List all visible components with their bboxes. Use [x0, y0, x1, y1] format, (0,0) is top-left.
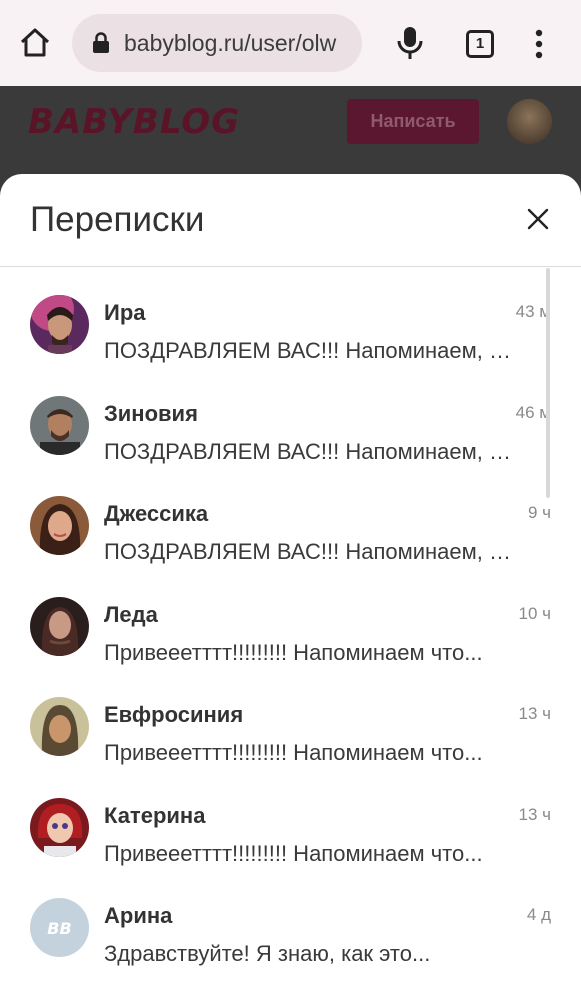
sheet-title: Переписки — [30, 200, 205, 239]
avatar — [30, 596, 89, 656]
message-preview: ПОЗДРАВЛЯЕМ ВАС!!! Напоминаем, что — [104, 338, 516, 363]
conversation-list: Ира 43 м ПОЗДРАВЛЯЕМ ВАС!!! Напоминаем, … — [0, 269, 581, 973]
message-preview: Привееетттт!!!!!!!!! Напоминаем что... — [104, 639, 483, 665]
lock-icon — [93, 32, 109, 53]
conversation-item[interactable]: Ира 43 м ПОЗДРАВЛЯЕМ ВАС!!! Напоминаем, … — [0, 269, 581, 370]
avatar: BB — [30, 898, 89, 957]
conversation-item[interactable]: Джессика 9 ч ПОЗДРАВЛЯЕМ ВАС!!! Напомина… — [0, 470, 581, 571]
conversations-sheet: Переписки Ира 43 м ПОЗДРАВЛЯЕМ ВАС!!! На… — [0, 174, 581, 1000]
contact-name: Евфросиния — [104, 702, 244, 727]
url-text: babyblog.ru/user/olw — [124, 29, 337, 56]
close-icon[interactable] — [526, 207, 550, 231]
contact-name: Леда — [104, 601, 158, 627]
timestamp: 13 ч — [518, 804, 552, 824]
conversation-item[interactable]: Катерина 13 ч Привееетттт!!!!!!!!! Напом… — [0, 772, 581, 873]
message-preview: Привееетттт!!!!!!!!! Напоминаем что... — [104, 740, 483, 765]
scrollbar[interactable] — [546, 268, 550, 498]
contact-name: Ира — [104, 300, 146, 325]
conversation-item[interactable]: Евфросиния 13 ч Привееетттт!!!!!!!!! Нап… — [0, 671, 581, 772]
site-logo: BABYBLOG — [28, 102, 241, 142]
contact-name: Зиновия — [104, 400, 198, 426]
timestamp: 9 ч — [527, 503, 551, 522]
conversation-item[interactable]: Зиновия 46 м ПОЗДРАВЛЯЕМ ВАС!!! Напомина… — [0, 370, 581, 471]
timestamp: 4 д — [526, 905, 551, 924]
placeholder-avatar-text: BB — [47, 919, 71, 938]
home-icon[interactable] — [18, 25, 52, 59]
more-vert-icon[interactable] — [530, 28, 548, 60]
avatar — [30, 295, 89, 354]
avatar — [30, 797, 89, 857]
contact-name: Джессика — [104, 501, 209, 526]
conversation-item[interactable]: BB Арина 4 д Здравствуйте! Я знаю, как э… — [0, 872, 581, 973]
message-preview: ПОЗДРАВЛЯЕМ ВАС!!! Напоминаем, что — [104, 539, 516, 564]
browser-toolbar: babyblog.ru/user/olw 1 — [0, 0, 581, 86]
timestamp: 13 ч — [518, 704, 552, 723]
contact-name: Арина — [104, 903, 173, 928]
user-avatar[interactable] — [507, 99, 552, 144]
timestamp: 10 ч — [518, 603, 552, 623]
conversation-item[interactable]: Леда 10 ч Привееетттт!!!!!!!!! Напоминае… — [0, 571, 581, 672]
message-preview: Здравствуйте! Я знаю, как это... — [104, 941, 431, 966]
write-button[interactable]: Написать — [347, 99, 479, 144]
contact-name: Катерина — [104, 802, 206, 828]
avatar — [30, 697, 89, 756]
microphone-icon[interactable] — [396, 26, 424, 60]
address-bar[interactable]: babyblog.ru/user/olw — [72, 14, 362, 72]
avatar — [30, 496, 89, 555]
message-preview: ПОЗДРАВЛЯЕМ ВАС!!! Напоминаем, что — [104, 438, 516, 464]
avatar — [30, 395, 89, 455]
message-preview: Привееетттт!!!!!!!!! Напоминаем что... — [104, 840, 483, 866]
tab-switcher-button[interactable]: 1 — [466, 30, 494, 58]
divider — [0, 266, 581, 267]
